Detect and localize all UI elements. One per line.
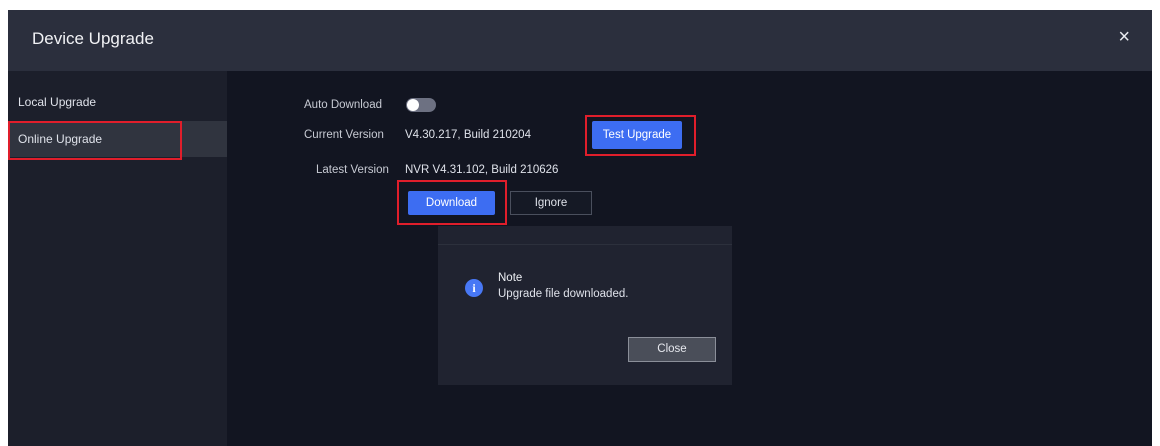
highlight-box-test-upgrade [585, 115, 696, 156]
dialog-title: Note [498, 272, 523, 284]
current-version-value: V4.30.217, Build 210204 [405, 129, 531, 141]
device-upgrade-window: Device Upgrade × Local Upgrade Online Up… [8, 10, 1152, 446]
latest-version-label: Latest Version [316, 164, 389, 176]
latest-version-value: NVR V4.31.102, Build 210626 [405, 164, 559, 176]
current-version-label: Current Version [304, 129, 384, 141]
toggle-knob [407, 99, 419, 111]
highlight-box-online-upgrade [8, 121, 182, 160]
note-dialog: i Note Upgrade file downloaded. Close [438, 226, 732, 385]
dialog-message: Upgrade file downloaded. [498, 288, 629, 300]
highlight-box-download [397, 180, 507, 225]
title-bar: Device Upgrade × [8, 10, 1152, 71]
dialog-close-button[interactable]: Close [628, 337, 716, 362]
window-title: Device Upgrade [32, 29, 154, 48]
sidebar: Local Upgrade Online Upgrade [8, 71, 227, 446]
sidebar-item-local-upgrade[interactable]: Local Upgrade [8, 84, 227, 120]
dialog-header [438, 226, 732, 245]
sidebar-item-label: Local Upgrade [18, 95, 97, 109]
auto-download-toggle[interactable] [406, 98, 436, 112]
close-icon[interactable]: × [1118, 27, 1130, 47]
info-icon: i [465, 279, 483, 297]
auto-download-label: Auto Download [304, 99, 382, 111]
ignore-button[interactable]: Ignore [510, 191, 592, 215]
